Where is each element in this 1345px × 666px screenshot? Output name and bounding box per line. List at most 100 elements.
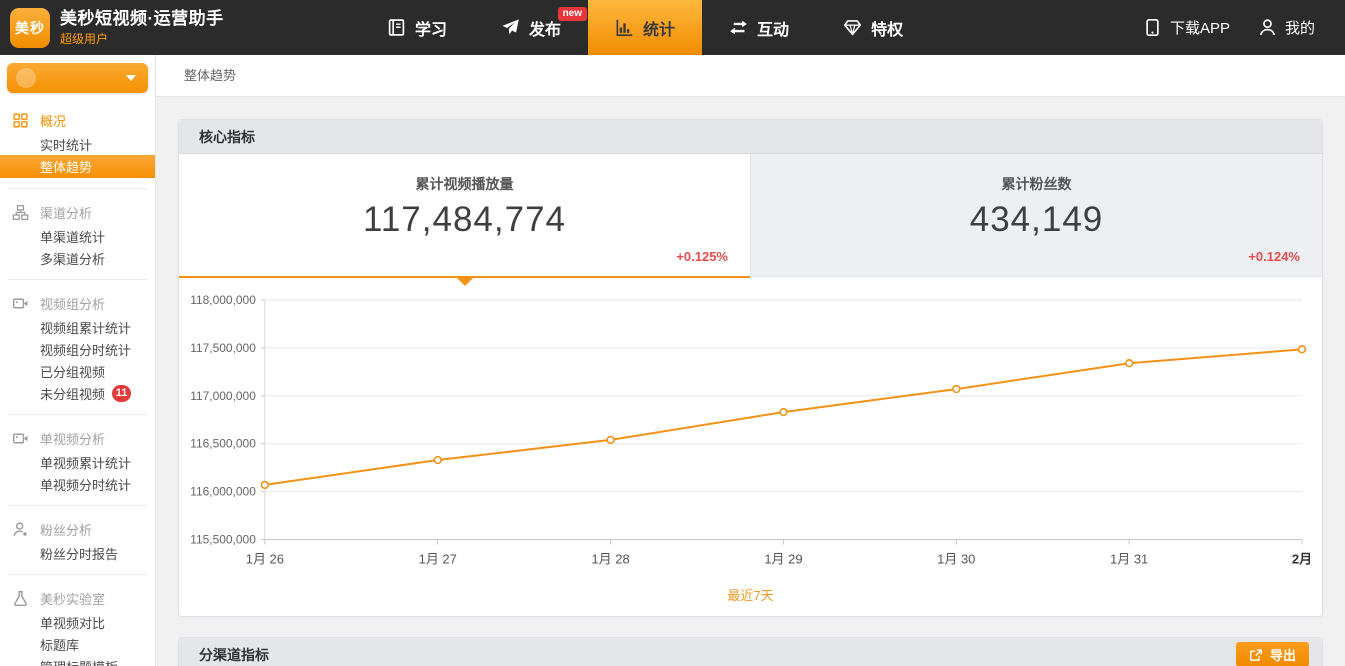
user-icon	[1258, 18, 1277, 37]
sidebar-section-label: 单视频分析	[40, 429, 105, 448]
divider	[8, 505, 147, 506]
video-icon	[12, 295, 29, 312]
sidebar-section: 概况实时统计整体趋势	[0, 103, 155, 182]
sidebar-section: 视频组分析视频组累计统计视频组分时统计已分组视频未分组视频11	[0, 286, 155, 408]
sidebar-item-label: 管理标题模板	[40, 657, 118, 666]
sidebar-section-label: 粉丝分析	[40, 520, 92, 539]
sidebar-item-label: 单渠道统计	[40, 227, 105, 246]
nav-label: 我的	[1285, 17, 1315, 38]
header-item-my-account[interactable]: 我的	[1244, 17, 1329, 38]
header-item-download-app[interactable]: 下载APP	[1129, 17, 1244, 38]
chart-range-label: 最近7天	[179, 583, 1322, 616]
metric-change: +0.124%	[1248, 249, 1300, 264]
sidebar-section-label: 视频组分析	[40, 294, 105, 313]
sidebar-item-overall-trend[interactable]: 整体趋势	[0, 155, 155, 178]
fans-icon	[12, 521, 29, 538]
sidebar-section: 单视频分析单视频累计统计单视频分时统计	[0, 421, 155, 499]
svg-text:1月 28: 1月 28	[591, 552, 629, 567]
app-title: 美秒短视频·运营助手	[60, 9, 224, 29]
nav-item-privilege[interactable]: 特权	[816, 0, 930, 55]
sidebar-section-channel-analysis[interactable]: 渠道分析	[0, 199, 155, 225]
sidebar-section-label: 渠道分析	[40, 203, 92, 222]
svg-text:117,500,000: 117,500,000	[190, 341, 256, 355]
paper-plane-icon	[501, 18, 520, 37]
video-icon	[12, 430, 29, 447]
nav-label: 下载APP	[1170, 17, 1230, 38]
sidebar-item-realtime-stats[interactable]: 实时统计	[0, 133, 155, 155]
trend-chart-canvas: 115,500,000116,000,000116,500,000117,000…	[179, 284, 1322, 583]
nav-label: 学习	[415, 16, 447, 40]
trend-chart: 115,500,000116,000,000116,500,000117,000…	[179, 278, 1322, 583]
sidebar-item-label: 视频组分时统计	[40, 340, 131, 359]
sidebar-item-group-hourly-stats[interactable]: 视频组分时统计	[0, 338, 155, 360]
nav-label: 互动	[757, 16, 789, 40]
sidebar-item-title-template-manage[interactable]: 管理标题模板	[0, 655, 155, 666]
sidebar-section-label: 美秒实验室	[40, 589, 105, 608]
panel-title: 分渠道指标	[199, 645, 269, 665]
sidebar-item-title-library[interactable]: 标题库	[0, 633, 155, 655]
metric-value: 434,149	[751, 200, 1322, 240]
sidebar-item-single-video-cumulative[interactable]: 单视频累计统计	[0, 451, 155, 473]
channel-metrics-panel: 分渠道指标 导出	[178, 637, 1323, 666]
svg-text:1月 31: 1月 31	[1110, 552, 1148, 567]
sidebar-item-label: 单视频累计统计	[40, 453, 131, 472]
sidebar-item-label: 已分组视频	[40, 362, 105, 381]
export-button[interactable]: 导出	[1236, 642, 1309, 666]
core-metrics-panel-header: 核心指标	[179, 120, 1322, 154]
svg-text:1月 29: 1月 29	[764, 552, 802, 567]
nav-item-stats[interactable]: 统计	[588, 0, 702, 55]
sidebar-item-single-video-hourly[interactable]: 单视频分时统计	[0, 473, 155, 495]
sidebar-item-fans-hourly-report[interactable]: 粉丝分时报告	[0, 542, 155, 564]
nav-item-interact[interactable]: 互动	[702, 0, 816, 55]
sidebar-section-fans-analysis[interactable]: 粉丝分析	[0, 516, 155, 542]
nav-label: 发布	[529, 16, 561, 40]
sidebar-item-grouped-videos[interactable]: 已分组视频	[0, 360, 155, 382]
export-icon	[1249, 648, 1263, 662]
brand-text: 美秒短视频·运营助手 超级用户	[60, 9, 224, 47]
diamond-icon	[843, 18, 862, 37]
sidebar: 概况实时统计整体趋势渠道分析单渠道统计多渠道分析视频组分析视频组累计统计视频组分…	[0, 55, 156, 666]
sidebar-item-multi-channel-analysis[interactable]: 多渠道分析	[0, 247, 155, 269]
divider	[8, 414, 147, 415]
export-label: 导出	[1270, 645, 1296, 664]
account-switcher[interactable]	[7, 63, 148, 93]
sidebar-item-single-video-compare[interactable]: 单视频对比	[0, 611, 155, 633]
sidebar-section-meimiao-lab[interactable]: 美秒实验室	[0, 585, 155, 611]
sidebar-item-single-channel-stats[interactable]: 单渠道统计	[0, 225, 155, 247]
sidebar-item-label: 多渠道分析	[40, 249, 105, 268]
chevron-down-icon	[126, 75, 136, 81]
sidebar-item-label: 整体趋势	[40, 157, 92, 176]
panel-title: 核心指标	[199, 127, 255, 147]
sidebar-section-single-video-analysis[interactable]: 单视频分析	[0, 425, 155, 451]
app-logo: 美秒	[10, 8, 50, 48]
nav-label: 特权	[871, 16, 903, 40]
core-metrics-panel: 核心指标 累计视频播放量 117,484,774 +0.125% 累计粉丝数 4…	[178, 119, 1323, 617]
svg-text:117,000,000: 117,000,000	[190, 389, 256, 403]
nav-item-learn[interactable]: 学习	[360, 0, 474, 55]
top-header: 美秒 美秒短视频·运营助手 超级用户 学习 发布new统计 互动 特权 下载APP 我的	[0, 0, 1345, 55]
nav-item-publish[interactable]: 发布new	[474, 0, 588, 55]
sidebar-item-ungrouped-videos[interactable]: 未分组视频11	[0, 382, 155, 404]
sidebar-item-label: 粉丝分时报告	[40, 544, 118, 563]
metric-tab-fans[interactable]: 累计粉丝数 434,149 +0.124%	[750, 154, 1322, 277]
bar-chart-icon	[615, 18, 634, 37]
sidebar-menu: 概况实时统计整体趋势渠道分析单渠道统计多渠道分析视频组分析视频组累计统计视频组分…	[0, 103, 155, 666]
channel-metrics-panel-header: 分渠道指标 导出	[179, 638, 1322, 666]
svg-text:1月 30: 1月 30	[937, 552, 975, 567]
metric-tabs: 累计视频播放量 117,484,774 +0.125% 累计粉丝数 434,14…	[179, 154, 1322, 278]
metric-tab-video-plays[interactable]: 累计视频播放量 117,484,774 +0.125%	[179, 154, 750, 278]
sidebar-section-video-group-analysis[interactable]: 视频组分析	[0, 290, 155, 316]
swap-arrows-icon	[729, 18, 748, 37]
svg-text:1月 26: 1月 26	[246, 552, 284, 567]
header-right: 下载APP 我的	[1129, 0, 1345, 55]
sidebar-section-overview[interactable]: 概况	[0, 107, 155, 133]
svg-text:116,000,000: 116,000,000	[190, 485, 256, 499]
grid-icon	[12, 112, 29, 129]
sidebar-item-label: 未分组视频	[40, 384, 105, 403]
avatar	[16, 68, 36, 88]
sidebar-item-group-cumulative-stats[interactable]: 视频组累计统计	[0, 316, 155, 338]
main-area: 整体趋势 核心指标 累计视频播放量 117,484,774 +0.125% 累计…	[156, 55, 1345, 666]
metric-change: +0.125%	[676, 249, 728, 264]
svg-text:116,500,000: 116,500,000	[190, 437, 256, 451]
sidebar-item-label: 标题库	[40, 635, 79, 654]
